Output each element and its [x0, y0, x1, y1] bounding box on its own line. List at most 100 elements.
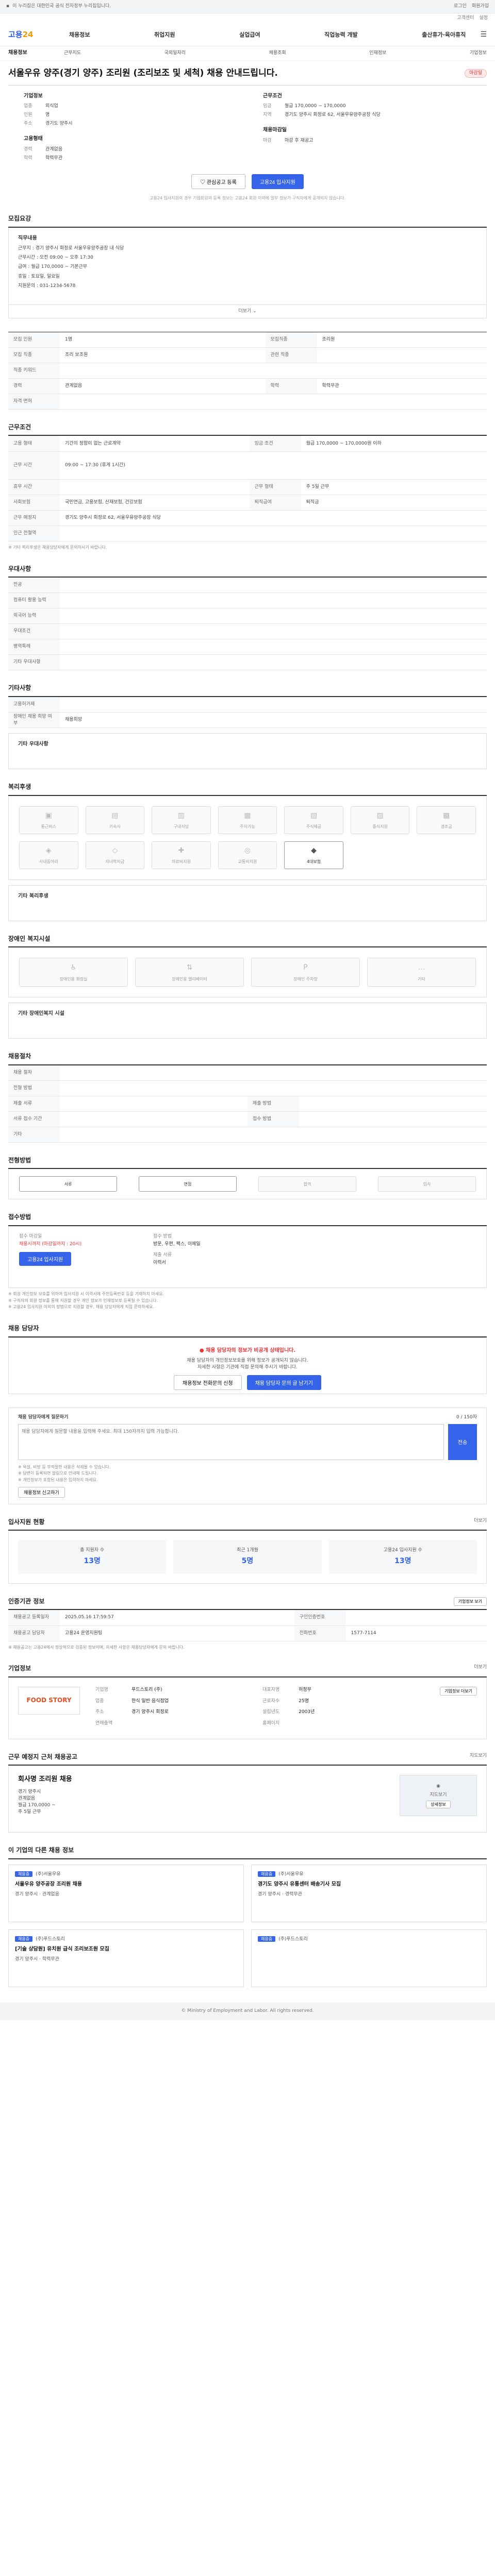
step-item: 합격 — [258, 1176, 356, 1192]
job-title: 서울우유 양주(경기 양주) 조리원 (조리보조 및 세척) 채용 안내드립니다… — [8, 68, 278, 78]
info-table: 채용공고 등록일자 2025.05.16 17:59:57 구인인증번호 채용공고 … — [8, 1610, 487, 1641]
job-card[interactable]: 채용중 (주)서울우유 서울우유 양주공장 조리원 채용 경기 양주시 · 관계없음 — [8, 1864, 244, 1922]
subnav-item[interactable]: 인재정보 — [369, 50, 386, 57]
summary-heading: 기업정보 — [24, 93, 43, 99]
char-count: 0 / 150자 — [456, 1414, 477, 1420]
facility-item: P 장애인 주차장 — [251, 958, 360, 987]
more-link[interactable]: 더보기 — [474, 1518, 487, 1527]
welfare-item: ▩ 경조금 — [417, 806, 476, 834]
disability-section: 장애인 복지시설 ♿ 장애인용 화장실 ⇅ 장애인용 엘리베이터 P 장애인 주차장 … — [8, 935, 487, 1039]
more-icon: … — [418, 963, 425, 972]
job-summary: 기업정보 업종 외식업 인원 명 주소 경기도 양주시 고용형태 경력 관계없음 학력 학… — [8, 86, 487, 170]
parking-icon: P — [303, 963, 308, 972]
info-section: 인증기관 정보 기업정보 보기 채용공고 등록일자 2025.05.16 17:59… — [8, 1597, 487, 1651]
facility-item: ♿ 장애인용 화장실 — [19, 958, 128, 987]
map-widget[interactable]: ◉ 지도보기 상세정보 — [400, 1775, 477, 1817]
howto-apply-button[interactable]: 고용24 입사지원 — [19, 1251, 72, 1266]
car-icon: ▦ — [244, 811, 251, 820]
signup-link[interactable]: 회원가입 — [472, 3, 489, 10]
job-card[interactable]: 채용중 (주)서울우유 경기도 양주시 유통센터 배송기사 모집 경기 양주시 · 경… — [251, 1864, 487, 1922]
expand-toggle[interactable]: 더보기 ⌄ — [8, 304, 487, 318]
report-button[interactable]: 채용정보 신고하기 — [18, 1487, 65, 1498]
job-header: 서울우유 양주(경기 양주) 조리원 (조리보조 및 세척) 채용 안내드립니다… — [8, 61, 487, 201]
settings-link[interactable]: 설정 — [479, 15, 488, 22]
bus-icon: ▣ — [45, 811, 52, 820]
near-job[interactable]: 회사명 조리원 채용 경기 양주시 관계없음 월급 170,0000 ~ 주 5일 근… — [18, 1775, 389, 1823]
welfare-item: ▧ 주식제공 — [284, 806, 343, 834]
section-title: 이 기업의 다른 채용 정보 — [8, 1846, 74, 1854]
near-section: 근무 예정지 근처 채용공고 지도보기 회사명 조리원 채용 경기 양주시 관계없음… — [8, 1753, 487, 1833]
section-title: 장애인 복지시설 — [8, 935, 51, 942]
section-title: 전형방법 — [8, 1157, 31, 1164]
apply-button[interactable]: 고용24 입사지원 — [251, 174, 304, 189]
recruit-section: 모집 인원 1명 모집직종 조리원 모집 직종 조리 보조원 관련 직종 직종 키워드 경… — [8, 331, 487, 410]
scrap-button[interactable]: ♡ 관심공고 등록 — [191, 174, 245, 189]
company-logo: FOOD STORY — [18, 1686, 80, 1715]
phone-inquiry-button[interactable]: 채용정보 전화문의 신청 — [174, 1375, 242, 1391]
company-more-button[interactable]: 기업정보 더보기 — [440, 1686, 477, 1696]
heart-icon: ♡ — [200, 179, 207, 185]
gnb-item-support[interactable]: 취업지원 — [154, 31, 175, 39]
utility-bar: 고객센터 설정 — [0, 13, 495, 24]
help-link[interactable]: 고객센터 — [457, 15, 474, 22]
subnav-item[interactable]: 채용조회 — [269, 50, 286, 57]
gnb-item-benefit[interactable]: 실업급여 — [239, 31, 260, 39]
map-detail-button[interactable]: 상세정보 — [426, 1800, 451, 1808]
subnav-item[interactable]: 기업정보 — [470, 50, 487, 57]
site-logo[interactable]: 고용24 — [8, 29, 69, 41]
menu-icon[interactable]: ☰ — [480, 29, 487, 40]
gov-banner: ▪ 이 누리집은 대한민국 공식 전자정부 누리집입니다. 로그인 회원가입 — [0, 0, 495, 13]
welfare-item: ◇ 자녀학자금 — [85, 841, 145, 869]
work-note: ※ 기타 복리후생은 채용담당자에게 문의하시기 바랍니다. — [8, 545, 107, 550]
company-info-button[interactable]: 기업정보 보기 — [453, 1597, 487, 1606]
send-button[interactable]: 전송 — [448, 1423, 477, 1460]
transit-icon: ◎ — [244, 846, 251, 855]
fork-icon: ▥ — [177, 811, 185, 820]
recommend-section: 이 기업의 다른 채용 정보 채용중 (주)서울우유 서울우유 양주공장 조리원 채… — [8, 1846, 487, 1987]
section-title: 기타사항 — [8, 684, 31, 692]
gnb-item-leave[interactable]: 출산휴가·육아휴직 — [422, 31, 466, 39]
login-link[interactable]: 로그인 — [454, 3, 467, 10]
facility-item: ⇅ 장애인용 엘리베이터 — [135, 958, 244, 987]
section-title: 기업정보 — [8, 1665, 31, 1672]
duty-section: 모집요강 직무내용 근무지 : 경기 양주시 회정로 서울우유양주공장 내 식당… — [8, 214, 487, 318]
step-item: 면접 — [139, 1176, 237, 1192]
welfare-item: ◈ 사내동아리 — [19, 841, 78, 869]
stat-card: 총 지원자 수 13명 — [18, 1540, 167, 1574]
toilet-icon: ♿ — [70, 963, 77, 972]
subnav-item[interactable]: 국외일자리 — [164, 50, 186, 57]
welfare-section: 복리후생 ▣ 통근버스 ▤ 기숙사 ▥ 구내식당 ▦ 주차가능 ▧ 주식제공 ▨ 중식지원 … — [8, 783, 487, 921]
other-table: 고용허가제 장애인 채용 희망 여부 채용희망 — [8, 697, 487, 728]
gnb-item-training[interactable]: 직업능력 개발 — [324, 31, 358, 39]
howto-section: 접수방법 접수 마감일 채용시까지 (마감일까지 : 20시) 고용24 입사지… — [8, 1213, 487, 1311]
apply-notice: 고용24 입사지원의 경우 기업회원의 등록 정보는 고용24 회원 이외에 일… — [150, 195, 345, 200]
stat-card: 최근 1개월 5명 — [173, 1540, 322, 1574]
gnb-item-jobs[interactable]: 채용정보 — [69, 31, 90, 39]
subnav-item[interactable]: 근무지도 — [64, 50, 81, 57]
club-icon: ◈ — [45, 846, 52, 855]
sub-nav: 채용정보 근무지도 국외일자리 채용조회 인재정보 기업정보 — [0, 46, 495, 61]
welfare-item: ✚ 의료비지원 — [152, 841, 211, 869]
section-title: 채용절차 — [8, 1053, 31, 1060]
welfare-grid: ▣ 통근버스 ▤ 기숙사 ▥ 구내식당 ▦ 주차가능 ▧ 주식제공 ▨ 중식지원 ▩ 경조금 … — [8, 795, 487, 880]
company-section: 기업정보 더보기 FOOD STORY 기업명 푸드스토리 (주) 대표자명 허정무 … — [8, 1664, 487, 1739]
section-title: 우대사항 — [8, 565, 31, 572]
job-card[interactable]: 채용중 (주)푸드스토리 — [251, 1929, 487, 1987]
work-table: 고용 형태 기간의 정함이 없는 근로계약 임금 조건 월급 170,0000 ~ 1… — [8, 436, 487, 541]
map-link[interactable]: 지도보기 — [470, 1753, 487, 1761]
welfare-item: ▨ 중식지원 — [350, 806, 410, 834]
question-input[interactable] — [18, 1423, 444, 1460]
welfare-item: ▥ 구내식당 — [152, 806, 211, 834]
section-title: 근무 예정지 근처 채용공고 — [8, 1753, 77, 1760]
summary-heading: 고용형태 — [24, 136, 43, 142]
contact-section: 채용 담당자 ● 채용 담당자의 정보가 비공개 상태입니다. 채용 담당자의 … — [8, 1324, 487, 1394]
steps-section: 전형방법 서류 면접 합격 입사 — [8, 1156, 487, 1200]
welfare-item: ▦ 주차가능 — [218, 806, 277, 834]
gov-banner-text: 이 누리집은 대한민국 공식 전자정부 누리집입니다. — [12, 3, 111, 9]
job-card[interactable]: 채용중 (주)푸드스토리 [기술 상담원] 유치원 급식 조리보조원 모집 경기 양주… — [8, 1929, 244, 1987]
global-nav: 고용24 채용정보 취업지원 실업급여 직업능력 개발 출산휴가·육아휴직 ☰ — [0, 24, 495, 46]
section-title: 인증기관 정보 — [8, 1597, 45, 1605]
apply-deadline: 채용시까지 (마감일까지 : 20시) — [19, 1241, 82, 1247]
more-link[interactable]: 더보기 — [474, 1664, 487, 1673]
leave-question-button[interactable]: 채용 담당자 문의 글 남기기 — [246, 1375, 321, 1391]
